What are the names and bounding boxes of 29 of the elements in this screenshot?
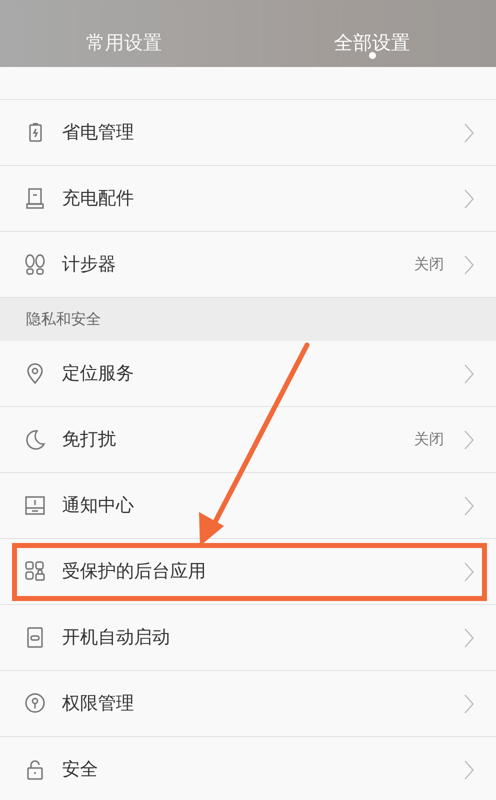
setting-label: 权限管理 xyxy=(62,692,135,716)
setting-label: 免打扰 xyxy=(62,428,117,452)
setting-label: 定位服务 xyxy=(62,362,135,386)
section-title: 隐私和安全 xyxy=(26,309,101,330)
chevron-icon xyxy=(464,122,474,142)
notification-panel-icon xyxy=(24,494,46,517)
setting-label: 充电配件 xyxy=(62,187,135,211)
moon-icon xyxy=(24,428,46,451)
chevron-icon xyxy=(464,496,474,516)
setting-value: 关闭 xyxy=(414,254,444,276)
chevron-icon xyxy=(464,562,474,582)
chevron-icon xyxy=(464,254,474,274)
setting-value: 关闭 xyxy=(414,429,444,450)
apps-lock-icon xyxy=(24,560,46,583)
keyhole-icon xyxy=(24,692,46,715)
chevron-icon xyxy=(464,188,474,208)
chevron-icon xyxy=(464,694,474,714)
chevron-icon xyxy=(464,364,474,384)
setting-label: 省电管理 xyxy=(62,121,135,145)
setting-label: 计步器 xyxy=(62,253,117,277)
chevron-icon xyxy=(464,430,474,450)
setting-label: 安全 xyxy=(62,758,99,782)
chevron-icon xyxy=(464,628,474,648)
setting-label: 开机自动启动 xyxy=(62,626,171,650)
setting-label: 通知中心 xyxy=(62,494,135,518)
chevron-icon xyxy=(464,760,474,780)
setting-label: 受保护的后台应用 xyxy=(62,560,207,584)
charger-icon xyxy=(24,187,46,210)
footprints-icon xyxy=(24,253,46,276)
